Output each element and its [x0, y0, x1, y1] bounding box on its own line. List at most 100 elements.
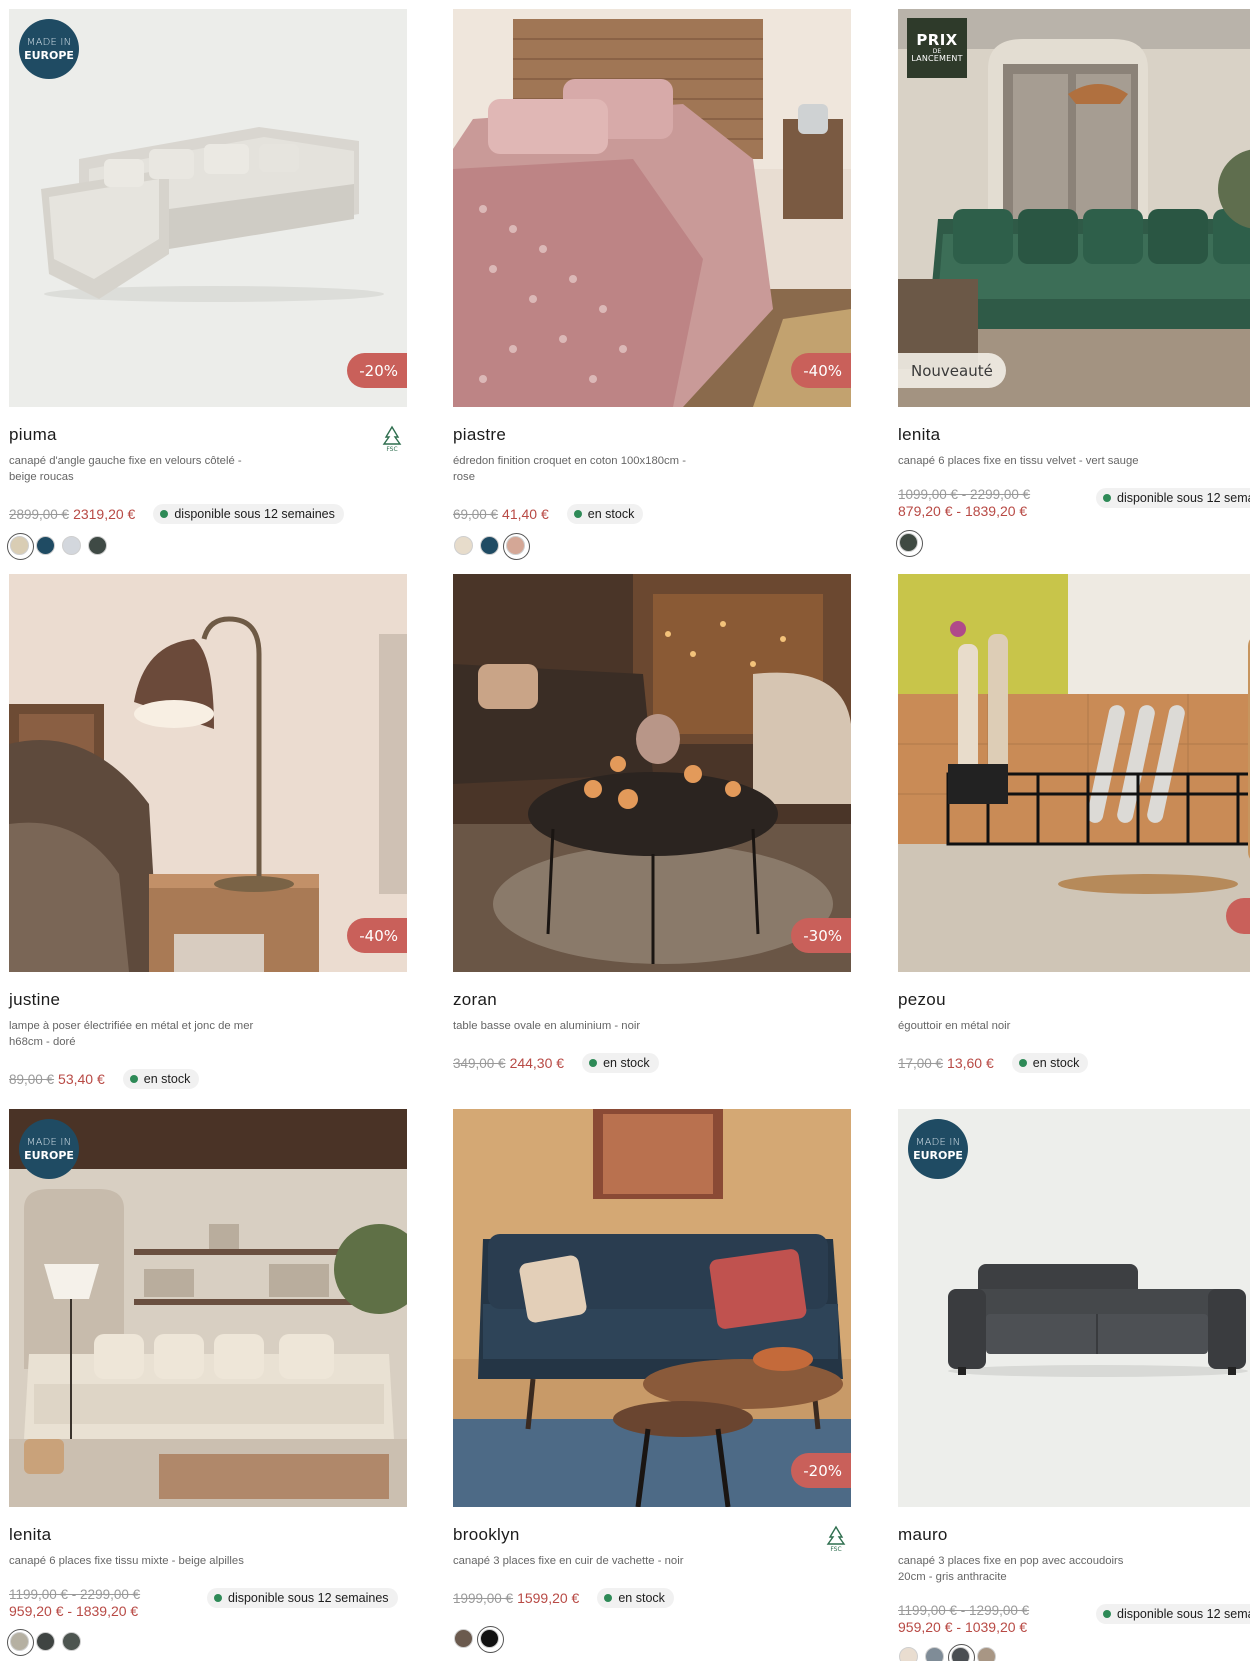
product-image[interactable]: -40% — [453, 9, 851, 407]
product-name[interactable]: brooklyn — [453, 1525, 851, 1545]
price-row: 349,00 € 244,30 € en stock — [453, 1053, 659, 1073]
old-price: 2899,00 € — [9, 506, 70, 522]
product-name[interactable]: mauro — [898, 1525, 1250, 1545]
color-swatch[interactable] — [503, 533, 530, 560]
product-image[interactable]: PRIX DE LANCEMENT Nouveauté — [898, 9, 1250, 407]
color-swatch[interactable] — [62, 1632, 81, 1651]
price-row: 2899,00 € 2319,20 € disponible sous 12 s… — [9, 504, 344, 524]
stock-dot-icon — [604, 1594, 613, 1602]
product-description: canapé 3 places fixe en cuir de vachette… — [453, 1555, 684, 1567]
stock-dot-icon — [1103, 494, 1111, 502]
product-card[interactable]: MADE IN EUROPE lenita canapé 6 places fix… — [7, 1109, 407, 1656]
stock-badge: disponible sous 12 semaines — [1096, 1604, 1250, 1624]
product-name[interactable]: piuma — [9, 425, 407, 445]
product-image[interactable]: -40% — [9, 574, 407, 972]
product-description: édredon finition croquet en coton 100x18… — [453, 455, 686, 483]
fsc-icon: FSC — [382, 425, 402, 453]
product-description: canapé d'angle gauche fixe en velours cô… — [9, 455, 242, 483]
stock-dot-icon — [573, 510, 582, 518]
color-swatch[interactable] — [36, 536, 55, 555]
discount-badge: -30% — [791, 918, 851, 953]
new-price: 2319,20 € — [73, 506, 136, 522]
product-image[interactable] — [898, 574, 1250, 972]
price-row: 89,00 € 53,40 € en stock — [9, 1069, 200, 1089]
product-image[interactable]: -20% — [453, 1109, 851, 1507]
product-description: canapé 6 places fixe en tissu velvet - v… — [898, 455, 1139, 467]
product-description: lampe à poser électrifiée en métal et jo… — [9, 1020, 254, 1048]
bedding-photo — [453, 9, 851, 407]
color-swatch[interactable] — [480, 536, 499, 555]
product-image[interactable]: MADE IN EUROPE — [898, 1109, 1250, 1507]
color-swatch[interactable] — [454, 536, 473, 555]
color-swatch[interactable] — [899, 1647, 918, 1661]
product-description: égouttoir en métal noir — [898, 1020, 1011, 1032]
price-row: 17,00 € 13,60 € en stock — [898, 1053, 1089, 1073]
color-swatch[interactable] — [925, 1647, 944, 1661]
color-swatch[interactable] — [896, 530, 923, 557]
new-price: 959,20 € - 1839,20 € — [9, 1603, 139, 1619]
product-image[interactable]: MADE IN EUROPE — [9, 1109, 407, 1507]
product-card[interactable]: pezou égouttoir en métal noir 17,00 € 13… — [898, 574, 1250, 1073]
made-in-europe-badge: MADE IN EUROPE — [19, 1119, 79, 1179]
color-swatch[interactable] — [36, 1632, 55, 1651]
old-price: 1999,00 € — [453, 1590, 514, 1606]
old-price: 89,00 € — [9, 1071, 55, 1087]
product-card[interactable]: -40% justine lampe à poser électrifiée e… — [9, 574, 407, 1089]
product-name[interactable]: justine — [9, 990, 407, 1010]
color-swatch[interactable] — [948, 1644, 975, 1661]
stock-badge: en stock — [566, 504, 644, 524]
product-name[interactable]: lenita — [9, 1525, 407, 1545]
color-swatch[interactable] — [7, 1629, 34, 1656]
new-price: 53,40 € — [58, 1071, 105, 1087]
color-swatch[interactable] — [62, 536, 81, 555]
stock-dot-icon — [589, 1059, 598, 1067]
old-price: 349,00 € — [453, 1055, 506, 1071]
price-row: 1999,00 € 1599,20 € en stock — [453, 1588, 674, 1608]
price-block: 1199,00 € - 1299,00 € 959,20 € - 1039,20… — [898, 1602, 1029, 1636]
stock-badge: disponible sous 12 semaines — [207, 1588, 398, 1608]
coffee-table-photo — [453, 574, 851, 972]
stock-badge: en stock — [1011, 1053, 1089, 1073]
color-swatch[interactable] — [88, 536, 107, 555]
color-swatch[interactable] — [477, 1626, 504, 1653]
price-block: 1099,00 € - 2299,00 € 879,20 € - 1839,20… — [898, 486, 1030, 520]
color-swatch[interactable] — [454, 1629, 473, 1648]
leather-sofa-photo — [453, 1109, 851, 1507]
discount-badge: -20% — [347, 353, 407, 388]
lamp-photo — [9, 574, 407, 972]
old-price: 1099,00 € - 2299,00 € — [898, 487, 1031, 502]
fsc-icon: FSC — [826, 1525, 846, 1553]
color-swatch[interactable] — [7, 533, 34, 560]
product-name[interactable]: piastre — [453, 425, 851, 445]
stock-badge: en stock — [582, 1053, 659, 1073]
product-image[interactable]: -30% — [453, 574, 851, 972]
color-swatch[interactable] — [977, 1647, 996, 1661]
product-name[interactable]: lenita — [898, 425, 1250, 445]
product-card[interactable]: -40% piastre édredon finition croquet en… — [453, 9, 851, 560]
product-name[interactable]: zoran — [453, 990, 851, 1010]
new-price: 1599,20 € — [517, 1590, 580, 1606]
svg-text:FSC: FSC — [830, 1546, 841, 1553]
product-name[interactable]: pezou — [898, 990, 1250, 1010]
old-price: 1199,00 € - 2299,00 € — [9, 1587, 141, 1602]
product-card[interactable]: -30% zoran table basse ovale en aluminiu… — [453, 574, 851, 1073]
new-price: 41,40 € — [502, 506, 549, 522]
product-card[interactable]: MADE IN EUROPE -20% piuma canapé d'angle … — [7, 9, 407, 560]
price-row: 69,00 € 41,40 € en stock — [453, 504, 644, 524]
product-image[interactable]: MADE IN EUROPE -20% — [9, 9, 407, 407]
stock-badge: en stock — [597, 1588, 674, 1608]
old-price: 69,00 € — [453, 506, 499, 522]
stock-dot-icon — [214, 1594, 222, 1602]
made-in-europe-badge: MADE IN EUROPE — [19, 19, 79, 79]
color-swatches — [453, 533, 530, 560]
made-in-europe-badge: MADE IN EUROPE — [908, 1119, 968, 1179]
stock-badge: disponible sous 12 semaines — [153, 504, 344, 524]
new-price: 959,20 € - 1039,20 € — [898, 1619, 1028, 1635]
discount-badge: -20% — [791, 1453, 851, 1488]
product-card[interactable]: -20% brooklyn canapé 3 places fixe en cu… — [453, 1109, 851, 1653]
old-price: 1199,00 € - 1299,00 € — [898, 1603, 1030, 1618]
product-description: canapé 3 places fixe en pop avec accoudo… — [898, 1555, 1124, 1583]
stock-dot-icon — [129, 1075, 138, 1083]
product-card[interactable]: MADE IN EUROPE mauro canapé 3 places fixe… — [898, 1109, 1250, 1661]
product-card[interactable]: PRIX DE LANCEMENT Nouveauté lenita canapé … — [896, 9, 1250, 557]
